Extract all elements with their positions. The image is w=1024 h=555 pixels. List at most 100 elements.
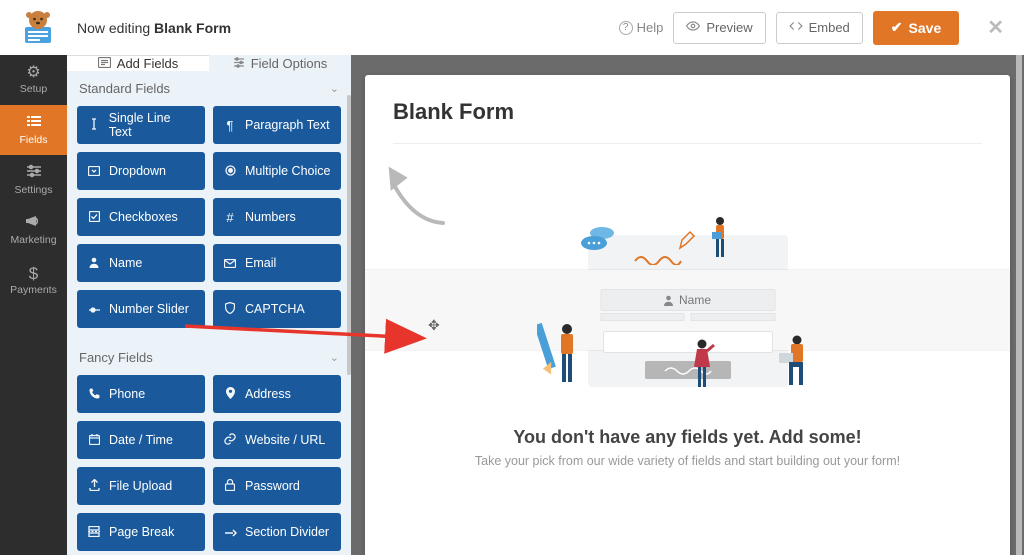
chevron-down-icon: ⌄ — [330, 351, 339, 364]
editing-form-name: Blank Form — [154, 20, 231, 36]
divider-icon — [223, 525, 237, 540]
field-label: Paragraph Text — [245, 118, 330, 132]
calendar-icon — [87, 433, 101, 448]
tab-field-options-label: Field Options — [251, 56, 328, 71]
top-bar: Now editing Blank Form ? Help Preview Em… — [0, 0, 1024, 55]
section-standard-fields[interactable]: Standard Fields ⌄ — [67, 71, 351, 106]
rail-fields[interactable]: Fields — [0, 105, 67, 155]
radio-icon — [223, 164, 237, 179]
field-label: Email — [245, 256, 276, 270]
drop-chip-label: Name — [679, 293, 711, 307]
editing-label: Now editing Blank Form — [77, 20, 231, 36]
section-fancy-fields[interactable]: Fancy Fields ⌄ — [67, 340, 351, 375]
field-captcha[interactable]: CAPTCHA — [213, 290, 341, 328]
standard-fields-grid: Single Line Text ¶ Paragraph Text Dropdow… — [67, 106, 351, 340]
rail-payments-label: Payments — [10, 284, 57, 296]
field-label: Single Line Text — [109, 111, 195, 139]
close-button[interactable]: ✕ — [987, 15, 1004, 40]
wpforms-logo-icon — [19, 9, 57, 47]
empty-subtext: Take your pick from our wide variety of … — [365, 454, 1010, 468]
field-section-divider[interactable]: Section Divider — [213, 513, 341, 551]
field-number-slider[interactable]: Number Slider — [77, 290, 205, 328]
dollar-icon: $ — [29, 265, 38, 282]
field-email[interactable]: Email — [213, 244, 341, 282]
field-label: Page Break — [109, 525, 174, 539]
field-file-upload[interactable]: File Upload — [77, 467, 205, 505]
rail-setup[interactable]: ⚙ Setup — [0, 55, 67, 105]
help-icon: ? — [619, 21, 633, 35]
field-label: Address — [245, 387, 291, 401]
rail-fields-label: Fields — [19, 134, 47, 146]
chevron-down-icon: ⌄ — [330, 82, 339, 95]
field-checkboxes[interactable]: Checkboxes — [77, 198, 205, 236]
panel-tabs: Add Fields Field Options — [67, 55, 351, 71]
preview-label: Preview — [706, 20, 752, 35]
save-label: Save — [909, 20, 942, 36]
rail-marketing[interactable]: Marketing — [0, 205, 67, 255]
move-cursor-icon: ✥ — [428, 317, 440, 334]
paragraph-icon: ¶ — [223, 118, 237, 133]
left-rail: ⚙ Setup Fields Settings Marketing $ Paym… — [0, 55, 67, 555]
field-page-break[interactable]: Page Break — [77, 513, 205, 551]
rail-payments[interactable]: $ Payments — [0, 255, 67, 305]
form-canvas[interactable]: Blank Form — [365, 75, 1010, 555]
envelope-icon — [223, 256, 237, 271]
preview-area: Blank Form — [351, 55, 1024, 555]
add-fields-icon — [98, 56, 111, 71]
gear-icon: ⚙ — [26, 65, 40, 81]
phone-icon — [87, 387, 101, 402]
options-icon — [233, 56, 245, 71]
field-phone[interactable]: Phone — [77, 375, 205, 413]
person-laptop-icon — [705, 215, 735, 265]
lock-icon — [223, 479, 237, 494]
slider-icon — [87, 302, 101, 317]
field-name[interactable]: Name — [77, 244, 205, 282]
help-label: Help — [637, 20, 664, 35]
link-icon — [223, 433, 237, 448]
field-password[interactable]: Password — [213, 467, 341, 505]
rail-settings[interactable]: Settings — [0, 155, 67, 205]
person-wave-icon — [687, 338, 717, 393]
tab-field-options[interactable]: Field Options — [209, 55, 351, 71]
tab-add-fields[interactable]: Add Fields — [67, 55, 209, 71]
page-break-icon — [87, 525, 101, 540]
field-address[interactable]: Address — [213, 375, 341, 413]
help-button[interactable]: ? Help — [619, 20, 664, 35]
field-numbers[interactable]: #Numbers — [213, 198, 341, 236]
field-paragraph-text[interactable]: ¶ Paragraph Text — [213, 106, 341, 144]
field-website[interactable]: Website / URL — [213, 421, 341, 459]
embed-label: Embed — [809, 20, 850, 35]
editing-prefix: Now editing — [77, 20, 154, 36]
field-label: Numbers — [245, 210, 296, 224]
preview-button[interactable]: Preview — [673, 12, 765, 44]
app-logo — [10, 0, 65, 55]
field-label: Number Slider — [109, 302, 189, 316]
eye-icon — [686, 19, 700, 36]
fields-panel: Add Fields Field Options Standard Fields… — [67, 55, 351, 555]
save-button[interactable]: ✔ Save — [873, 11, 959, 45]
pencil-icon — [678, 230, 696, 250]
field-dropdown[interactable]: Dropdown — [77, 152, 205, 190]
illus-half-fields — [600, 313, 775, 321]
preview-scrollbar[interactable] — [1016, 55, 1022, 555]
field-single-line-text[interactable]: Single Line Text — [77, 106, 205, 144]
sliders-icon — [26, 164, 42, 182]
embed-button[interactable]: Embed — [776, 12, 863, 44]
code-icon — [789, 19, 803, 36]
field-multiple-choice[interactable]: Multiple Choice — [213, 152, 341, 190]
rail-marketing-label: Marketing — [10, 234, 56, 246]
field-label: Checkboxes — [109, 210, 178, 224]
person-pencil-icon — [537, 321, 587, 389]
field-label: Password — [245, 479, 300, 493]
field-label: Website / URL — [245, 433, 325, 447]
helper-arrow-icon — [373, 153, 453, 233]
field-datetime[interactable]: Date / Time — [77, 421, 205, 459]
top-actions: ? Help Preview Embed ✔ Save ✕ — [619, 11, 1004, 45]
field-label: Date / Time — [109, 433, 173, 447]
speech-bubbles-icon — [580, 225, 620, 255]
bullhorn-icon — [26, 214, 42, 232]
field-label: Phone — [109, 387, 145, 401]
rail-settings-label: Settings — [15, 184, 53, 196]
rail-setup-label: Setup — [20, 83, 47, 95]
shield-icon — [223, 302, 237, 317]
